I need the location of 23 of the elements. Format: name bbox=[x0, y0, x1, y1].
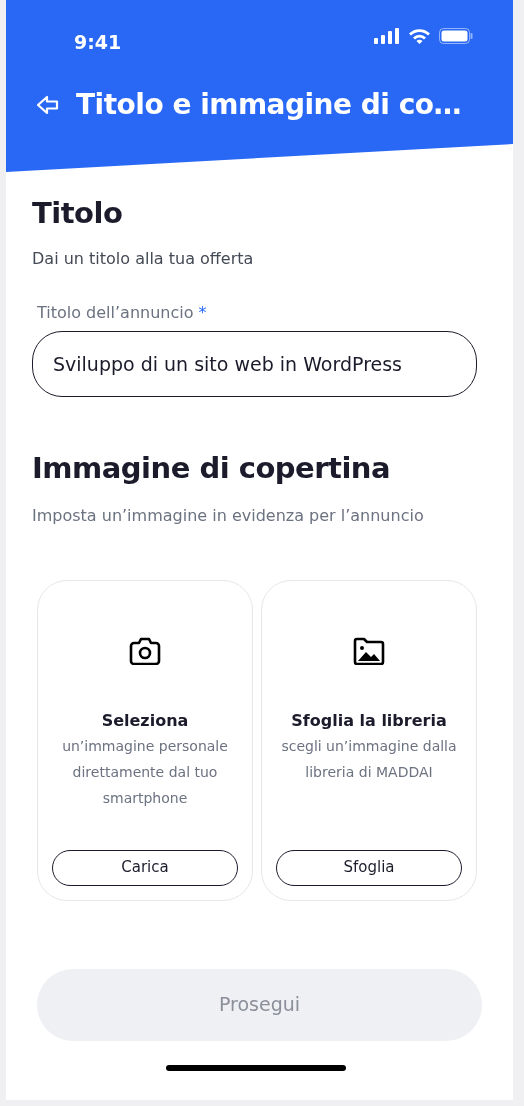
section-heading: Titolo bbox=[32, 196, 124, 231]
option-description: un’immagine personale direttamente dal tuo smartphone bbox=[61, 736, 229, 808]
signal-icon bbox=[374, 28, 400, 44]
section-subtitle: Imposta un’immagine in evidenza per l’annuncio bbox=[32, 504, 425, 527]
image-folder-icon bbox=[353, 636, 385, 665]
option-description: scegli un’immagine dalla libreria di MADDAI bbox=[280, 736, 458, 782]
home-indicator[interactable] bbox=[165, 1064, 346, 1071]
option-button[interactable]: Sfoglia bbox=[276, 849, 462, 886]
section-subtitle: Dai un titolo alla tua offerta bbox=[32, 247, 255, 270]
battery-icon bbox=[439, 28, 473, 44]
option-card[interactable]: Sfoglia la libreria scegli un’immagine dalla libreria di MADDAI Sfoglia bbox=[261, 579, 477, 901]
option-button[interactable]: Carica bbox=[52, 849, 238, 886]
wifi-icon bbox=[408, 28, 431, 44]
field-label: Titolo dell’annuncio * bbox=[37, 301, 208, 324]
option-title: Sfoglia la libreria bbox=[291, 709, 447, 732]
option-card[interactable]: Seleziona un’immagine personale direttamente dal tuo smartphone Carica bbox=[37, 579, 253, 901]
option-title: Seleziona bbox=[101, 709, 189, 732]
camera-icon bbox=[129, 636, 161, 665]
title-input[interactable]: Sviluppo di un sito web in WordPress bbox=[32, 330, 477, 397]
status-time: 9:41 bbox=[74, 30, 122, 55]
section-heading: Immagine di copertina bbox=[32, 450, 392, 486]
back-arrow-icon[interactable] bbox=[36, 95, 60, 115]
page-title: Titolo e immagine di co… bbox=[76, 87, 462, 123]
